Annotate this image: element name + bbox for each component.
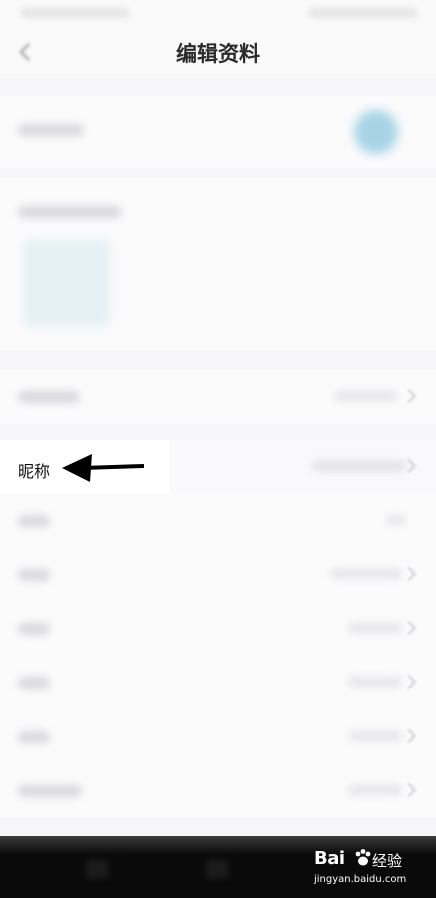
info-row[interactable]	[0, 602, 436, 656]
page-title: 编辑资料	[176, 42, 260, 66]
watermark-suffix: 经验	[372, 852, 403, 870]
status-bar-left-blurred	[20, 8, 130, 18]
nickname-value-blurred	[312, 461, 406, 471]
photo-thumbnail[interactable]	[24, 240, 110, 326]
info-row[interactable]	[0, 370, 436, 424]
row-label-blurred	[18, 785, 82, 797]
row-value-blurred	[334, 391, 398, 401]
arrow-annotation-icon	[62, 454, 145, 482]
watermark-brand: Bai	[314, 848, 345, 869]
nav-bar: 编辑资料	[0, 26, 436, 78]
info-row[interactable]	[0, 710, 436, 764]
row-label-blurred	[18, 515, 50, 527]
row-label-blurred	[18, 677, 50, 689]
watermark-url: jingyan.baidu.com	[314, 874, 407, 885]
avatar-label-blurred	[18, 124, 84, 136]
row-value-blurred	[348, 731, 402, 741]
photo-section-label-blurred	[18, 206, 122, 218]
info-row[interactable]	[0, 494, 436, 548]
row-value-blurred	[330, 569, 402, 579]
row-label-blurred	[18, 391, 80, 403]
chevron-right-icon	[401, 782, 417, 798]
row-value-blurred	[348, 785, 402, 795]
chevron-right-icon	[401, 566, 417, 582]
chevron-right-icon	[401, 620, 417, 636]
chevron-right-icon	[401, 674, 417, 690]
row-label-blurred	[18, 569, 50, 581]
row-value-blurred	[348, 623, 402, 633]
avatar-row[interactable]	[0, 96, 436, 168]
nickname-label: 昵称	[18, 462, 51, 481]
row-label-blurred	[18, 731, 50, 743]
baidu-watermark: Bai 经验 jingyan.baidu.com	[314, 848, 410, 892]
chevron-right-icon	[401, 728, 417, 744]
avatar[interactable]	[354, 110, 398, 154]
nav-back-blurred[interactable]	[206, 860, 228, 878]
nav-home-blurred[interactable]	[86, 860, 108, 878]
status-bar	[0, 0, 436, 26]
row-value-blurred	[386, 515, 406, 525]
row-label-blurred	[18, 623, 50, 635]
photo-section	[0, 178, 436, 350]
info-row[interactable]	[0, 764, 436, 818]
baidu-paw-icon	[355, 849, 371, 866]
status-bar-right-blurred	[308, 8, 418, 18]
info-row[interactable]	[0, 548, 436, 602]
info-row[interactable]	[0, 656, 436, 710]
chevron-right-icon	[401, 388, 417, 404]
row-value-blurred	[348, 677, 402, 687]
